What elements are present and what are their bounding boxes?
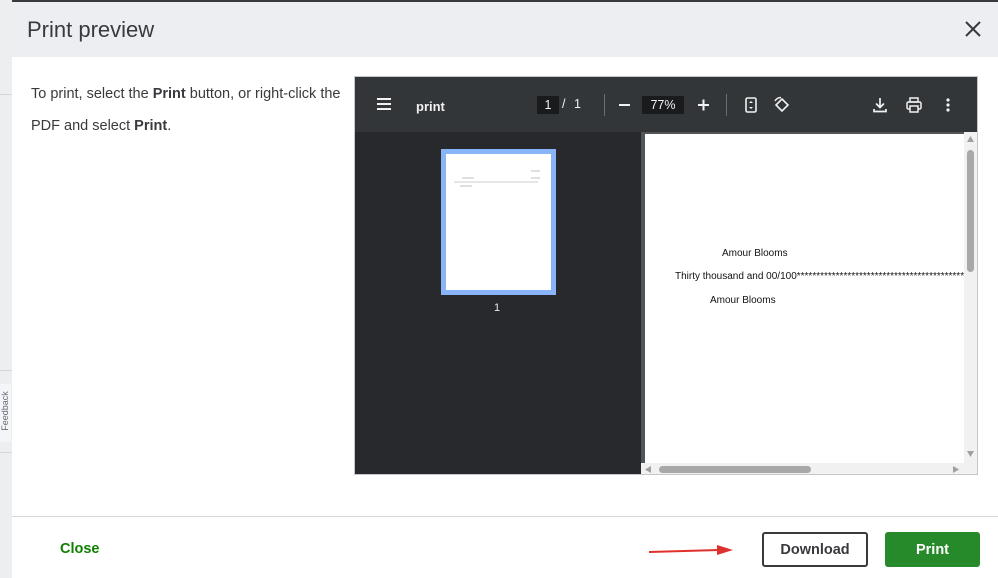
instructions-text: To print, select the: [31, 86, 153, 102]
vertical-scroll-thumb[interactable]: [967, 150, 974, 272]
thumbnail-content: [454, 170, 540, 187]
instructions-bold: Print: [134, 118, 168, 134]
scroll-left-icon[interactable]: [644, 465, 652, 474]
scroll-right-icon[interactable]: [952, 465, 960, 474]
pdf-toolbar: print 1 / 1 77%: [355, 77, 977, 132]
instructions-text: .: [167, 118, 172, 134]
feedback-label: Feedback: [0, 391, 10, 431]
document-pane: Amour Blooms Thirty thousand and 00/100*…: [641, 132, 977, 474]
print-preview-dialog: Print preview To print, select the Print…: [12, 0, 998, 578]
horizontal-scroll-thumb[interactable]: [659, 466, 811, 473]
print-button[interactable]: Print: [885, 532, 980, 567]
payee-address-name: Amour Blooms: [710, 295, 776, 306]
dialog-header: Print preview: [12, 2, 998, 57]
vertical-scrollbar[interactable]: [964, 132, 977, 463]
close-icon[interactable]: [962, 18, 984, 40]
toolbar-divider: [726, 94, 727, 116]
print-icon[interactable]: [905, 96, 923, 114]
close-button[interactable]: Close: [60, 541, 100, 557]
page-thumbnail[interactable]: [441, 149, 556, 295]
feedback-tab[interactable]: Feedback: [0, 384, 11, 442]
document-page: Amour Blooms Thirty thousand and 00/100*…: [645, 134, 964, 463]
scroll-down-icon[interactable]: [966, 450, 975, 458]
thumbnail-page: [446, 154, 551, 290]
zoom-level-input[interactable]: 77%: [642, 96, 684, 114]
menu-icon[interactable]: [377, 98, 393, 110]
pdf-viewer: print 1 / 1 77% 1 Amour Blooms Thirty th…: [354, 76, 978, 475]
toolbar-divider: [604, 94, 605, 116]
amount-in-words: Thirty thousand and 00/100**************…: [675, 271, 964, 282]
download-button[interactable]: Download: [762, 532, 868, 567]
thumbnail-sidebar: 1: [355, 132, 641, 474]
zoom-out-icon[interactable]: [616, 96, 634, 114]
print-instructions: To print, select the Print button, or ri…: [31, 78, 351, 142]
background-divider: [0, 452, 12, 453]
page-separator: /: [562, 97, 566, 111]
more-options-icon[interactable]: [939, 96, 957, 114]
instructions-bold: Print: [152, 86, 186, 102]
horizontal-scrollbar[interactable]: [641, 463, 977, 474]
footer-divider: [12, 516, 998, 517]
background-divider: [0, 94, 12, 95]
page-total: 1: [574, 97, 581, 111]
page-number-input[interactable]: 1: [537, 96, 559, 114]
scroll-up-icon[interactable]: [966, 135, 975, 143]
rotate-icon[interactable]: [773, 96, 791, 114]
fit-page-icon[interactable]: [742, 96, 760, 114]
payee-name: Amour Blooms: [722, 248, 788, 259]
zoom-in-icon[interactable]: [695, 96, 713, 114]
annotation-arrow: [649, 545, 733, 555]
dialog-title: Print preview: [27, 17, 155, 42]
thumbnail-page-number: 1: [494, 302, 501, 314]
background-divider: [0, 370, 12, 371]
download-icon[interactable]: [871, 96, 889, 114]
pdf-document-title: print: [416, 99, 445, 114]
